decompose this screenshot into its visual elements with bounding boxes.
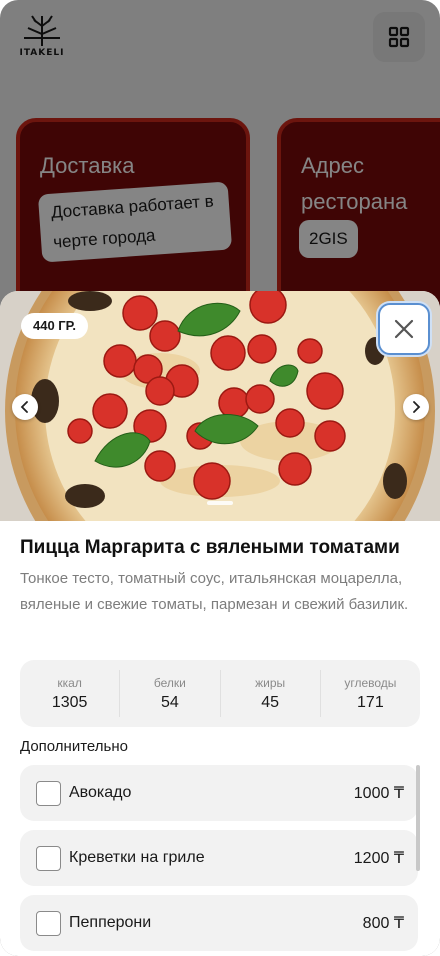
extra-name: Креветки на гриле	[69, 849, 205, 866]
prev-image-button[interactable]	[12, 394, 38, 420]
weight-badge: 440 ГР.	[21, 313, 89, 339]
chevron-right-icon	[413, 401, 421, 413]
product-title: Пицца Маргарита с вялеными томатами	[20, 537, 400, 558]
product-photo: 440 ГР.	[0, 291, 440, 521]
nutrition-value: 45	[261, 693, 280, 711]
extra-price: 1200 ₸	[353, 850, 404, 867]
nutrition-value: 54	[160, 693, 179, 711]
extra-checkbox[interactable]	[36, 845, 61, 871]
pagination-dot[interactable]	[207, 501, 233, 505]
close-button[interactable]	[378, 303, 430, 355]
extra-name: Авокадо	[69, 784, 132, 801]
extra-name: Пепперони	[69, 914, 152, 931]
nutrition-panel: ккал 1305 белки 54 жиры 45 углеводы 171	[20, 660, 420, 727]
extra-price: 1000 ₸	[353, 785, 404, 802]
nutrition-label: углеводы	[344, 675, 397, 690]
next-image-button[interactable]	[403, 394, 429, 420]
nutrition-carbs: углеводы 171	[321, 670, 420, 717]
nutrition-value: 1305	[51, 693, 88, 711]
product-sheet: 440 ГР. Пицца Маргарита с вялеными томат…	[0, 291, 440, 956]
nutrition-kcal: ккал 1305	[20, 670, 121, 717]
scrollbar[interactable]	[416, 765, 420, 871]
app-screen: ITAKELI Доставка Доставка работает в чер…	[0, 0, 440, 956]
extra-item-pepperoni[interactable]: Пепперони 800 ₸	[20, 895, 418, 951]
extra-checkbox[interactable]	[36, 780, 61, 806]
image-pagination	[207, 501, 233, 505]
nutrition-label: ккал	[57, 675, 82, 690]
nutrition-label: белки	[153, 675, 186, 690]
extra-price: 800 ₸	[362, 915, 404, 932]
extras-title: Дополнительно	[20, 738, 128, 755]
close-icon	[394, 319, 414, 339]
chevron-left-icon	[20, 401, 28, 413]
nutrition-value: 171	[357, 693, 384, 711]
extra-checkbox[interactable]	[36, 910, 61, 936]
extra-item-shrimp[interactable]: Креветки на гриле 1200 ₸	[20, 830, 418, 886]
nutrition-fat: жиры 45	[221, 670, 321, 717]
nutrition-label: жиры	[255, 675, 286, 690]
product-description: Тонкое тесто, томатный соус, итальянская…	[20, 570, 409, 613]
nutrition-protein: белки 54	[120, 670, 221, 717]
extra-item-avocado[interactable]: Авокадо 1000 ₸	[20, 765, 418, 821]
